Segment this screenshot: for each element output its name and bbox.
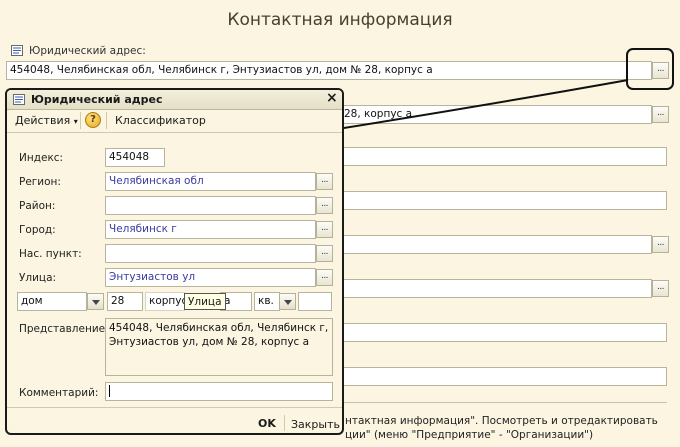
dialog-titlebar[interactable]: Юридический адрес × — [7, 90, 342, 110]
region-input[interactable]: Челябинская обл — [105, 172, 316, 191]
region-select-button[interactable]: ... — [316, 173, 333, 190]
dialog-toolbar: Действия ▾ ? Классификатор — [7, 110, 342, 133]
help-icon[interactable]: ? — [85, 112, 101, 128]
toolbar-separator — [106, 112, 107, 129]
apartment-type-select[interactable]: кв. — [254, 292, 280, 311]
locality-select-button[interactable]: ... — [316, 245, 333, 262]
text-cursor — [109, 385, 110, 397]
apartment-number-input[interactable] — [298, 292, 332, 311]
document-icon — [13, 94, 25, 105]
toolbar-separator — [80, 112, 81, 129]
house-type-dropdown-icon[interactable] — [87, 293, 104, 310]
street-label: Улица: — [19, 272, 57, 284]
district-label: Район: — [19, 200, 56, 212]
representation-label: Представление: — [19, 323, 109, 335]
region-label: Регион: — [19, 176, 61, 188]
district-input[interactable] — [105, 196, 316, 215]
house-type-select[interactable]: дом — [17, 292, 87, 311]
locality-input[interactable] — [105, 244, 316, 263]
comment-label: Комментарий: — [19, 387, 99, 399]
footer-divider — [7, 407, 342, 408]
footer-separator — [284, 415, 285, 431]
city-label: Город: — [19, 224, 56, 236]
representation-text: 454048, Челябинская обл, Челябинск г, Эн… — [105, 318, 333, 376]
apartment-type-dropdown-icon[interactable] — [279, 293, 296, 310]
building-type-select[interactable]: корпус — [145, 292, 185, 311]
city-select-button[interactable]: ... — [316, 221, 333, 238]
chevron-down-icon: ▾ — [73, 117, 78, 126]
ok-button[interactable]: OK — [258, 417, 276, 430]
street-select-button[interactable]: ... — [316, 269, 333, 286]
district-select-button[interactable]: ... — [316, 197, 333, 214]
street-input[interactable]: Энтузиастов ул — [105, 268, 316, 287]
locality-label: Нас. пункт: — [19, 248, 82, 260]
dialog-title: Юридический адрес — [31, 93, 163, 106]
close-button[interactable]: Закрыть — [291, 418, 340, 431]
index-label: Индекс: — [19, 152, 64, 164]
classifier-button[interactable]: Классификатор — [115, 114, 206, 127]
actions-menu[interactable]: Действия ▾ — [15, 114, 78, 127]
comment-input[interactable] — [105, 382, 333, 401]
index-input[interactable]: 454048 — [105, 148, 165, 167]
tooltip: Улица — [184, 293, 226, 310]
city-input[interactable]: Челябинск г — [105, 220, 316, 239]
address-dialog: Юридический адрес × Действия ▾ ? Классиф… — [5, 88, 344, 435]
actions-label: Действия — [15, 114, 71, 127]
house-number-input[interactable]: 28 — [107, 292, 143, 311]
close-icon[interactable]: × — [326, 91, 338, 106]
